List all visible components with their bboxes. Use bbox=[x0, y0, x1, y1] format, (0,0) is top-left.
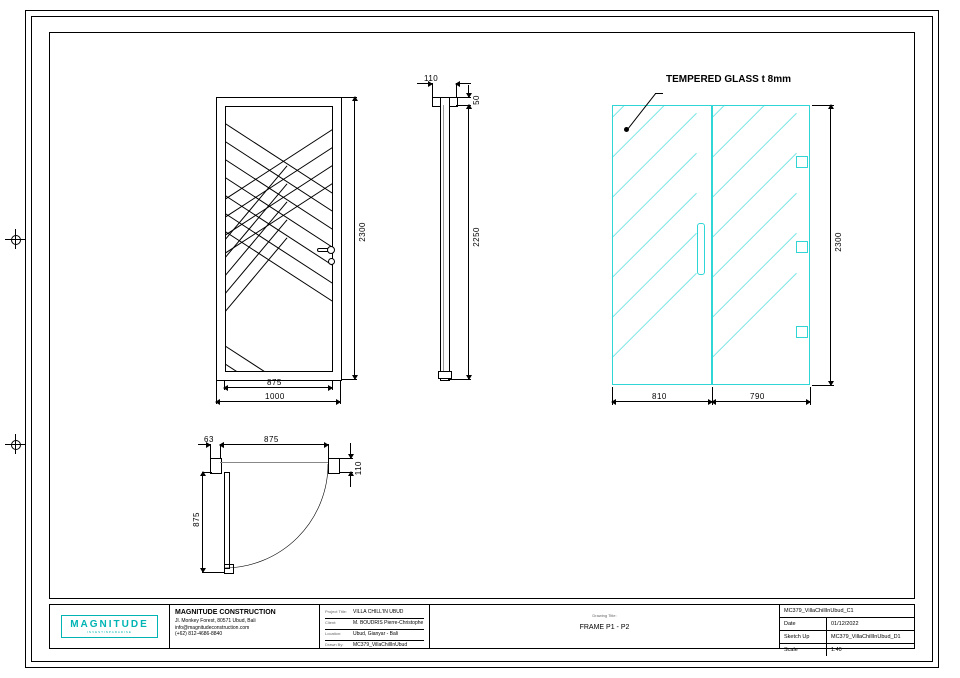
dim-section-top-h: 50 bbox=[472, 95, 481, 105]
glass-callout-label: TEMPERED GLASS t 8mm bbox=[666, 74, 791, 85]
dim-line bbox=[350, 472, 351, 487]
dim-line bbox=[830, 105, 831, 385]
callout-leader bbox=[655, 93, 663, 94]
logo-cell: MAGNITUDE INVESTINPARADISE bbox=[50, 605, 170, 648]
dim-line bbox=[220, 444, 328, 445]
sketch-label: Sketch Up bbox=[780, 631, 827, 644]
dim-section-height: 2250 bbox=[472, 227, 481, 247]
file-ref: MC379_VillaChillInUbud_C1 bbox=[780, 605, 914, 618]
glass-panel-right bbox=[712, 105, 810, 385]
hinge-icon bbox=[796, 326, 808, 338]
date-label: Date bbox=[780, 618, 827, 631]
dim-section-top-w: 110 bbox=[424, 74, 438, 83]
sketch-value: MC379_VillaChillInUbud_D1 bbox=[827, 631, 915, 644]
dim-door-inner-width: 875 bbox=[267, 378, 282, 387]
dim-line bbox=[456, 83, 471, 84]
plan-opening-line bbox=[220, 462, 328, 463]
dim-plan-swing: 875 bbox=[192, 512, 201, 527]
drawing-title-cell: Drawing Title: FRAME P1 - P2 bbox=[430, 605, 780, 648]
dim-line bbox=[468, 85, 469, 97]
dim-line bbox=[202, 472, 203, 572]
dim-plan-depth: 110 bbox=[354, 461, 363, 475]
drawn-by: MC379_VillaChillInUbud bbox=[353, 642, 407, 648]
dim-line bbox=[468, 105, 469, 379]
project-location: Ubud, Gianyar - Bali bbox=[353, 631, 398, 637]
section-sill bbox=[438, 371, 452, 379]
sheet-inner-border: 875 1000 2300 110 50 2250 6 bbox=[31, 16, 933, 662]
dim-plan-w2: 875 bbox=[264, 435, 279, 444]
dim-line bbox=[216, 401, 340, 402]
drawing-title: FRAME P1 - P2 bbox=[435, 624, 774, 631]
hinge-icon bbox=[796, 241, 808, 253]
scale-value: 1:40 bbox=[827, 644, 915, 657]
client-name: M. BOUDRIS Pierre-Christophe bbox=[353, 620, 423, 626]
dim-glass-height: 2300 bbox=[834, 232, 843, 252]
door-section bbox=[432, 97, 456, 379]
dim-plan-w1: 63 bbox=[204, 435, 214, 444]
registration-mark bbox=[8, 437, 22, 451]
door-elevation bbox=[216, 97, 342, 381]
door-leaf bbox=[225, 106, 333, 372]
logo-text: MAGNITUDE bbox=[70, 619, 149, 630]
dim-door-outer-width: 1000 bbox=[265, 392, 285, 401]
swing-arc bbox=[224, 464, 334, 574]
hinge-icon bbox=[796, 156, 808, 168]
dim-line bbox=[712, 401, 810, 402]
dim-line bbox=[224, 387, 332, 388]
scale-label: Scale bbox=[780, 644, 827, 657]
drawing-sheet: 875 1000 2300 110 50 2250 6 bbox=[25, 10, 939, 668]
dim-line bbox=[612, 401, 712, 402]
section-jamb bbox=[440, 97, 450, 381]
glass-handle-icon bbox=[697, 223, 705, 275]
info-cell: MC379_VillaChillInUbud_C1 Date01/12/2022… bbox=[780, 605, 914, 648]
drawing-title-label: Drawing Title: bbox=[435, 613, 774, 618]
logo-subtext: INVESTINPARADISE bbox=[70, 630, 149, 634]
door-plan bbox=[210, 440, 360, 570]
dim-line bbox=[350, 443, 351, 458]
door-handle-icon bbox=[317, 248, 331, 252]
dim-door-height: 2300 bbox=[358, 222, 367, 242]
dim-glass-w1: 810 bbox=[652, 392, 667, 401]
dim-glass-w2: 790 bbox=[750, 392, 765, 401]
dim-line bbox=[354, 97, 355, 379]
company-cell: MAGNITUDE CONSTRUCTION Jl. Monkey Forest… bbox=[170, 605, 320, 648]
project-title: VILLA CHILL'IN UBUD bbox=[353, 609, 403, 615]
title-block: MAGNITUDE INVESTINPARADISE MAGNITUDE CON… bbox=[49, 604, 915, 649]
registration-mark bbox=[8, 232, 22, 246]
project-cell: Project Title:VILLA CHILL'IN UBUD Client… bbox=[320, 605, 430, 648]
dim-line bbox=[198, 444, 210, 445]
company-addr3: (+62) 812-4686-8840 bbox=[175, 631, 314, 638]
company-name: MAGNITUDE CONSTRUCTION bbox=[175, 608, 314, 617]
date-value: 01/12/2022 bbox=[827, 618, 915, 631]
glass-elevation bbox=[612, 105, 810, 385]
dim-line bbox=[417, 83, 432, 84]
company-logo: MAGNITUDE INVESTINPARADISE bbox=[61, 615, 158, 638]
